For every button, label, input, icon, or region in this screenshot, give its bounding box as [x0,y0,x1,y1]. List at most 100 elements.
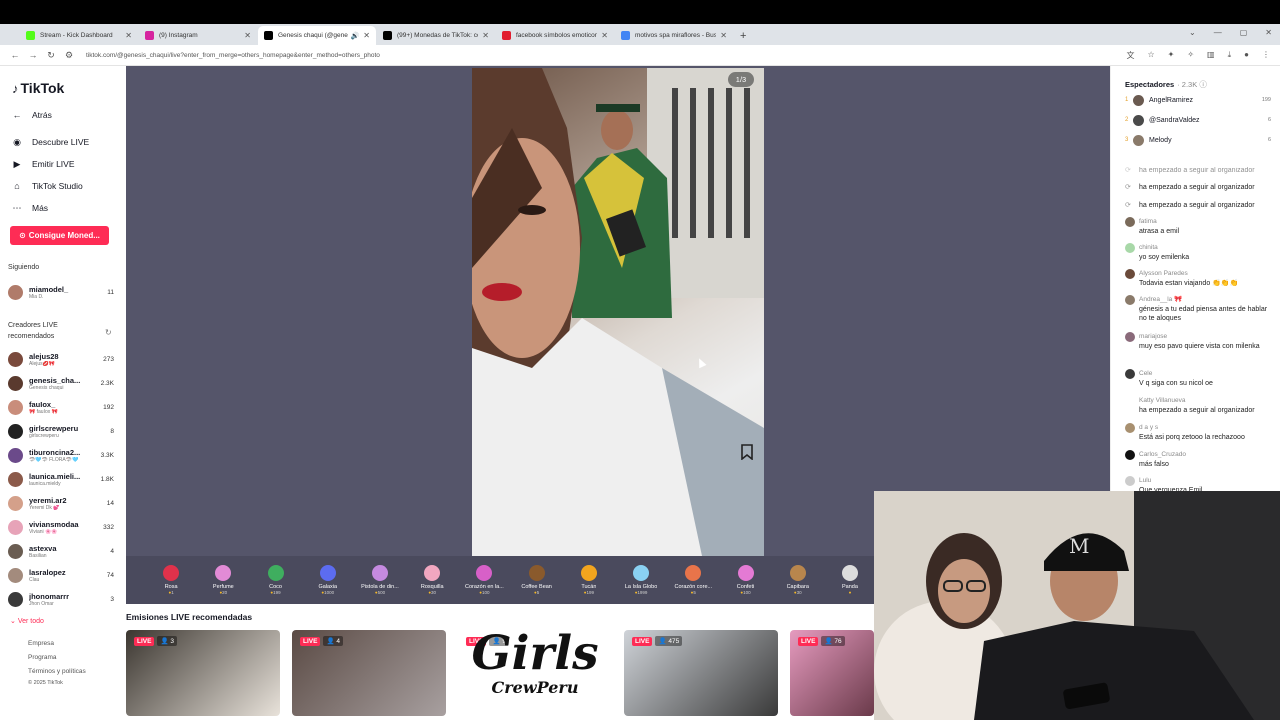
top-viewer-row[interactable]: 1 AngelRamirez 199 [1125,92,1271,108]
reload-icon[interactable]: ↻ [42,50,60,61]
tab-title: facebook símbolos emoticono [516,32,598,39]
refresh-icon[interactable]: ↻ [105,328,112,337]
follow-icon: ⟳ [1125,184,1131,191]
display-name: 🎀 fauIox 🎀 [29,408,58,415]
gift-item[interactable]: Tucán ●199 [563,565,615,595]
follow-icon: ⟳ [1125,167,1131,174]
back-icon[interactable]: ← [6,50,24,60]
footer-link-1[interactable]: Programa [28,654,57,661]
gift-item[interactable]: Rosa ●1 [145,565,197,595]
chat-username[interactable]: mariajose [1139,332,1271,342]
gift-item[interactable]: Coco ●199 [249,565,301,595]
chat-message: ⟳ ha empezado a seguir al organizador [1125,166,1271,176]
sidebar-user-row[interactable]: girlscrewperu girlscrewperu 8 [8,420,114,442]
browser-tab-2[interactable]: Genesis chaqui (@genesis_c🔊✕ [258,26,376,45]
browser-tab-1[interactable]: (9) Instagram ✕ [139,26,257,45]
gift-item[interactable]: Corazón core... ●5 [667,565,719,595]
gift-item[interactable]: Pistola de din... ●500 [354,565,406,595]
audio-icon[interactable]: 🔊 [351,32,360,40]
maximize-icon[interactable]: ▢ [1240,28,1248,37]
puzzle-icon[interactable]: ✧ [1187,50,1194,61]
forward-icon[interactable]: → [24,50,42,60]
star-icon[interactable]: ☆ [1147,50,1154,61]
extension-icon[interactable]: ✦ [1168,50,1175,61]
chat-username[interactable]: chinita [1139,243,1271,253]
browser-tab-5[interactable]: motivos spa miraflores - Buscar✕ [615,26,733,45]
top-viewer-row[interactable]: 3 Melody 6 [1125,132,1271,148]
recommended-live-card[interactable]: LIVE 👤 76 [790,630,874,716]
sidebar-user-row[interactable]: jhonomarrr Jhon Omar 3 [8,588,114,610]
profile-avatar-icon[interactable]: ● [1244,50,1249,61]
tab-close-icon[interactable]: ✕ [601,31,608,40]
translate-icon[interactable]: 文 [1126,50,1134,61]
gift-item[interactable]: Capibara ●30 [772,565,824,595]
person-icon: 👤 [160,638,169,645]
girls-crew-peru-logo[interactable]: Girls CrewPeru [460,628,610,718]
browser-tab-0[interactable]: Stream - Kick Dashboard ✕ [20,26,138,45]
chat-username[interactable]: Katty Villanueva [1139,396,1271,406]
sidebar-user-row[interactable]: genesis_cha... Genesis chaqui 2.3K [8,372,114,394]
tab-close-icon[interactable]: ✕ [720,31,727,40]
footer-link-0[interactable]: Empresa [28,640,54,647]
avatar [1125,476,1135,486]
browser-tab-3[interactable]: (99+) Monedas de TikTok: comp ✕ [377,26,495,45]
footer-link-2[interactable]: Términos y políticas [28,668,86,675]
sidepanel-icon[interactable]: ▥ [1207,50,1215,61]
sidebar-nav-1[interactable]: ◉ Descubre LIVE [10,135,89,149]
get-coins-button[interactable]: ⊙ Consigue Moned... [10,226,109,245]
chat-username[interactable]: Carlos_Cruzado [1139,450,1271,460]
browser-tab-4[interactable]: facebook símbolos emoticono ✕ [496,26,614,45]
recommended-live-card[interactable]: LIVE 👤 3 [126,630,280,716]
tab-close-icon[interactable]: ✕ [244,31,251,40]
chat-username[interactable]: Andrea__la 🎀 [1139,295,1271,305]
gift-item[interactable]: Corazón en la... ●100 [458,565,510,595]
live-video[interactable]: 1/3 [472,68,764,556]
sidebar-user-row[interactable]: lasralopez Clau 74 [8,564,114,586]
window-controls: ⌄ — ▢ ✕ [1189,28,1272,37]
chat-username[interactable]: d a y s [1139,423,1271,433]
gift-item[interactable]: Galaxia ●1000 [302,565,354,595]
menu-dots-icon[interactable]: ⋮ [1262,50,1270,61]
site-info-icon[interactable]: ⚙ [60,50,78,61]
tab-close-icon[interactable]: ✕ [363,31,370,40]
chat-username[interactable]: Cele [1139,369,1271,379]
minimize-icon[interactable]: — [1214,28,1222,37]
sidebar-user-row[interactable]: viviansmodaa Viviani 🌸🌸 332 [8,516,114,538]
url-field[interactable]: tiktok.com/@genesis_chaqui/live?enter_fr… [86,52,380,59]
gift-item[interactable]: Panda ● [824,565,876,595]
see-all-link[interactable]: ⌄ Ver todo [10,617,44,625]
dropdown-icon[interactable]: ⌄ [1189,28,1196,37]
bookmark-icon[interactable] [740,444,754,460]
sidebar-nav-0[interactable]: ← Atrás [10,108,52,122]
sidebar-nav-4[interactable]: ⋯ Más [10,201,49,215]
chat-username[interactable]: Alysson Paredes [1139,269,1271,279]
display-name: Jhon Omar [29,600,54,607]
sidebar-user-row[interactable]: miamodel_ Mia D. 11 [8,281,114,303]
gift-item[interactable]: Rosquilla ●30 [406,565,458,595]
gift-item[interactable]: Coffee Bean ●5 [511,565,563,595]
sidebar-user-row[interactable]: yeremi.ar2 Yeremi Dk 💕 14 [8,492,114,514]
chat-username[interactable]: Lulu [1139,476,1271,486]
gift-item[interactable]: Perfume ●20 [197,565,249,595]
tab-close-icon[interactable]: ✕ [482,31,489,40]
sidebar-user-row[interactable]: astexva Basilian 4 [8,540,114,562]
sidebar-user-row[interactable]: launica.mieli... launica.mieldy 1.8K [8,468,114,490]
top-viewer-row[interactable]: 2 @SandraValdez 6 [1125,112,1271,128]
recommended-live-card[interactable]: LIVE 👤 4 [292,630,446,716]
sidebar-nav-2[interactable]: ▶ Emitir LIVE [10,157,75,171]
avatar [1125,423,1135,433]
sidebar-user-row[interactable]: tiburoncina2... 🦈🩵🦈 FLORA🦈🩵 3.3K [8,444,114,466]
recommended-live-card[interactable]: LIVE 👤 475 [624,630,778,716]
new-tab-icon[interactable]: + [740,30,746,42]
chat-username[interactable]: fatima [1139,217,1271,227]
sidebar-user-row[interactable]: alejus28 Alejus💋🎀 273 [8,348,114,370]
tiktok-logo[interactable]: ♪ TikTok [12,80,64,96]
sidebar-user-row[interactable]: fauIox_ 🎀 fauIox 🎀 192 [8,396,114,418]
close-window-icon[interactable]: ✕ [1265,28,1272,37]
download-icon[interactable]: ⤓ [1228,50,1232,61]
gift-item[interactable]: Confeti ●100 [719,565,771,595]
gift-icon [215,565,232,581]
gift-item[interactable]: La Isla Globo ●1999 [615,565,667,595]
sidebar-nav-3[interactable]: ⌂ TikTok Studio [10,179,82,193]
tab-close-icon[interactable]: ✕ [125,31,132,40]
